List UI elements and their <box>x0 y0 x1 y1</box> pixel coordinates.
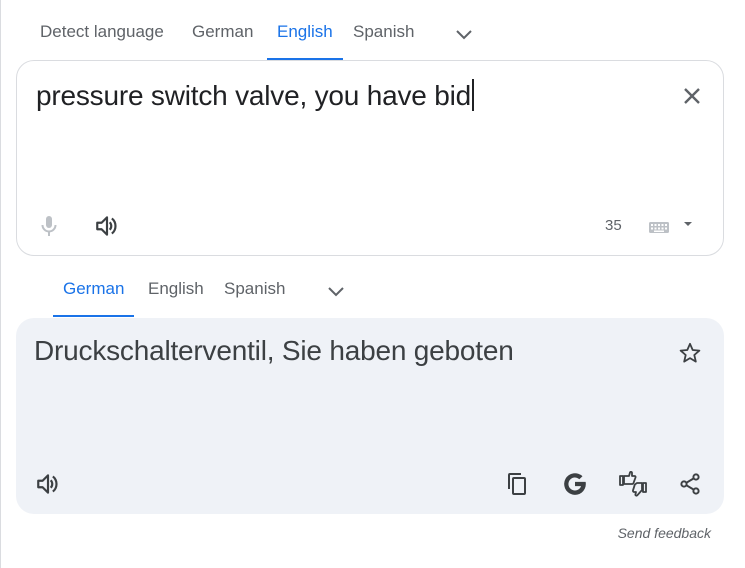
star-icon <box>679 342 701 363</box>
send-feedback-link[interactable]: Send feedback <box>618 525 711 541</box>
translation-text: Druckschalterventil, Sie haben geboten <box>34 335 514 366</box>
clear-source-button[interactable] <box>676 80 708 112</box>
microphone-icon <box>41 216 57 236</box>
speaker-icon <box>96 216 117 236</box>
save-translation-button[interactable] <box>674 337 706 369</box>
target-tab-english[interactable]: English <box>148 259 204 317</box>
google-g-icon <box>564 473 586 495</box>
share-icon <box>680 473 700 495</box>
source-more-languages-button[interactable] <box>452 22 476 46</box>
copy-translation-button[interactable] <box>501 468 533 500</box>
input-tools-menu-button[interactable] <box>673 208 703 240</box>
close-icon <box>684 88 700 104</box>
source-tab-detect-language[interactable]: Detect language <box>40 2 164 60</box>
source-tab-spanish[interactable]: Spanish <box>353 2 414 60</box>
listen-translation-button[interactable] <box>32 468 64 500</box>
source-input[interactable]: pressure switch valve, you have bid <box>36 79 474 112</box>
chevron-down-icon <box>456 30 472 40</box>
target-more-languages-button[interactable] <box>324 279 348 303</box>
keyboard-icon <box>649 222 669 233</box>
source-text: pressure switch valve, you have bid <box>36 80 471 111</box>
listen-source-button[interactable] <box>91 210 123 242</box>
rate-translation-button[interactable] <box>617 468 649 500</box>
voice-input-button[interactable] <box>33 210 65 242</box>
copy-icon <box>508 473 526 495</box>
source-text-area[interactable]: pressure switch valve, you have bid 35 <box>16 60 724 256</box>
caret-down-icon <box>684 222 692 226</box>
character-count: 35 <box>605 217 622 234</box>
translation-result-area: Druckschalterventil, Sie haben geboten <box>16 318 724 514</box>
share-translation-button[interactable] <box>674 468 706 500</box>
source-tab-english[interactable]: English <box>267 2 343 60</box>
thumbs-up-down-icon <box>619 471 647 497</box>
input-tools-button[interactable] <box>643 211 675 243</box>
target-language-tabs: German English Spanish <box>0 259 745 317</box>
target-tab-spanish[interactable]: Spanish <box>224 259 285 317</box>
text-cursor <box>472 79 474 111</box>
source-tab-german[interactable]: German <box>192 2 253 60</box>
chevron-down-icon <box>328 287 344 297</box>
speaker-icon <box>37 474 58 494</box>
source-language-tabs: Detect language German English Spanish <box>0 2 745 60</box>
target-tab-german[interactable]: German <box>53 259 135 317</box>
google-search-button[interactable] <box>559 468 591 500</box>
